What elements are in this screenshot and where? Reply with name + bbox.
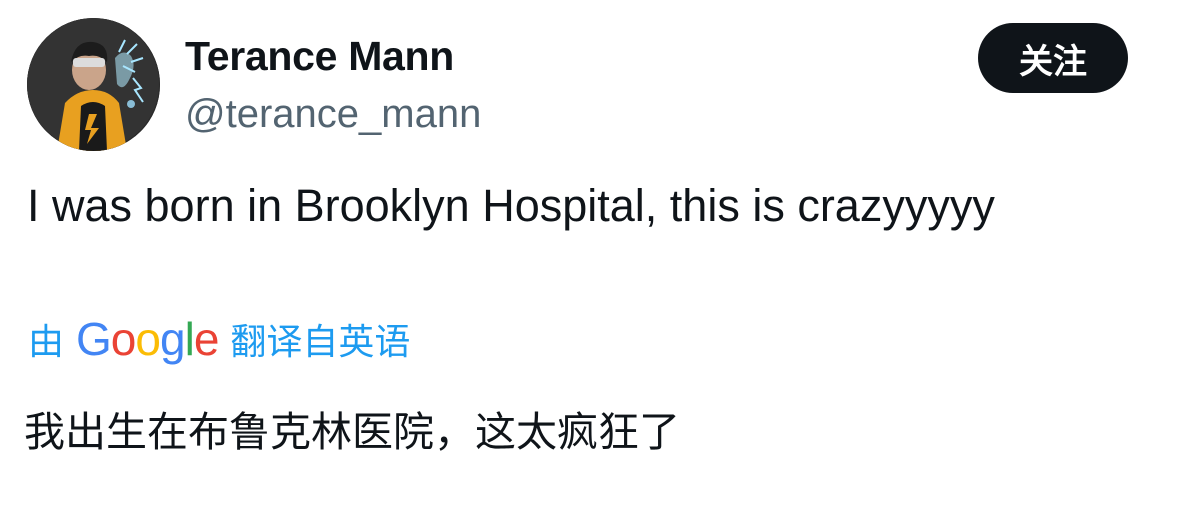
follow-button[interactable]: 关注 (978, 23, 1128, 93)
translation-from-label: 翻译自英语 (230, 322, 411, 363)
google-logo-letter: o (110, 313, 137, 365)
translated-text: 我出生在布鲁克林医院，这太疯狂了 (24, 408, 680, 456)
google-logo-letter: G (76, 313, 112, 365)
tweet-text: I was born in Brooklyn Hospital, this is… (27, 180, 995, 231)
google-logo-letter: e (193, 313, 220, 365)
author-display-name[interactable]: Terance Mann (185, 36, 454, 77)
translation-attribution-link[interactable]: 由 Google 翻译自英语 (28, 312, 410, 366)
avatar[interactable] (27, 18, 160, 151)
google-logo: Google (76, 313, 220, 365)
translation-by-label: 由 (28, 322, 65, 363)
author-handle[interactable]: @terance_mann (185, 94, 481, 134)
avatar-illustration-icon (27, 18, 160, 151)
google-logo-letter: o (135, 313, 161, 365)
google-logo-letter: l (184, 313, 195, 365)
google-logo-letter: g (159, 313, 186, 365)
